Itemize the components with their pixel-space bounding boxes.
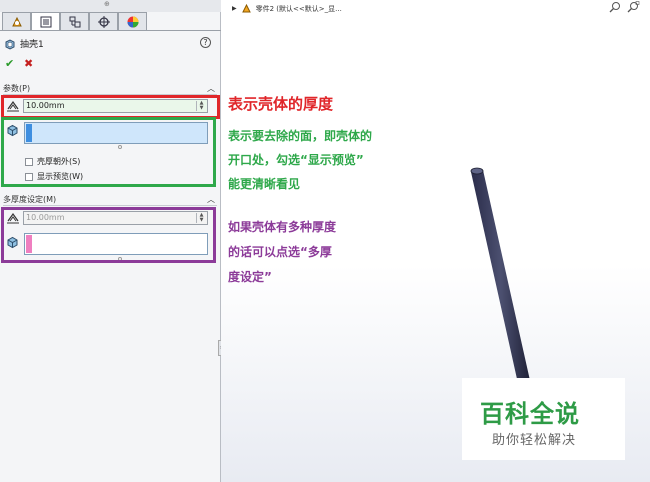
multi-thickness-highlight-box (1, 207, 216, 263)
collapse-chevron-icon[interactable]: ︿ (207, 83, 215, 94)
shell-part-model (470, 167, 531, 388)
feature-title-label: 抽壳1 (20, 40, 44, 50)
cancel-button[interactable]: ✖ (24, 57, 33, 70)
thickness-highlight-box (1, 95, 220, 119)
purple-annotation: 如果壳体有多种厚度 的话可以点选“多厚 度设定” (228, 215, 336, 290)
green-annotation-line: 能更清晰看见 (228, 177, 301, 191)
tab-divider (0, 30, 221, 31)
purple-annotation-line: 如果壳体有多种厚度 (228, 220, 337, 234)
shell-feature-icon (5, 38, 15, 50)
tab-property-manager[interactable] (31, 12, 60, 31)
feature-title: 抽壳1 (4, 37, 44, 50)
multi-section-header[interactable]: 多厚度设定(M) ︿ (3, 194, 217, 206)
params-section-header[interactable]: 参数(P) ︿ (3, 83, 217, 95)
feature-tree-icon (11, 16, 22, 27)
green-annotation: 表示要去除的面，即壳体的 开口处，勾选“显示预览” 能更清晰看见 (228, 124, 372, 196)
collapse-chevron-icon[interactable]: ︿ (207, 194, 215, 205)
zoom-icon[interactable] (608, 1, 622, 13)
green-annotation-line: 表示要去除的面，即壳体的 (228, 129, 373, 143)
red-annotation: 表示壳体的厚度 (228, 95, 334, 113)
panel-top-strip: ⊕ (0, 0, 221, 12)
tab-dimxpert-manager[interactable] (89, 12, 118, 31)
tab-feature-manager[interactable] (2, 12, 31, 31)
multi-header-label: 多厚度设定(M) (3, 195, 57, 204)
watermark-logo: 百科全说 助你轻松解决 (462, 378, 625, 460)
faces-highlight-box (1, 117, 216, 187)
ok-button[interactable]: ✔ (5, 57, 14, 70)
appearance-pie-icon (127, 16, 138, 28)
tab-display-manager[interactable] (118, 12, 147, 31)
watermark-title: 百科全说 (480, 400, 580, 428)
help-icon[interactable]: ? (200, 37, 211, 48)
crosshair-icon (97, 16, 110, 28)
tab-configuration-manager[interactable] (60, 12, 89, 31)
purple-annotation-line: 度设定” (228, 270, 272, 284)
breadcrumb-label: 零件2 (默认<<默认>_显... (255, 4, 342, 13)
green-annotation-line: 开口处，勾选“显示预览” (228, 153, 364, 167)
params-header-label: 参数(P) (3, 84, 31, 93)
panel-pin-icon[interactable]: ⊕ (104, 0, 110, 8)
expand-arrow-icon[interactable]: ▶ (232, 5, 237, 12)
purple-annotation-line: 的话可以点选“多厚 (228, 245, 332, 259)
manager-tabs (2, 12, 148, 31)
watermark-subtitle: 助你轻松解决 (492, 433, 577, 448)
configuration-icon (69, 16, 80, 28)
property-list-icon (40, 16, 51, 28)
breadcrumb[interactable]: ▶ 零件2 (默认<<默认>_显... (232, 3, 342, 14)
zoom-area-icon[interactable] (626, 1, 640, 13)
part-icon (241, 3, 251, 13)
